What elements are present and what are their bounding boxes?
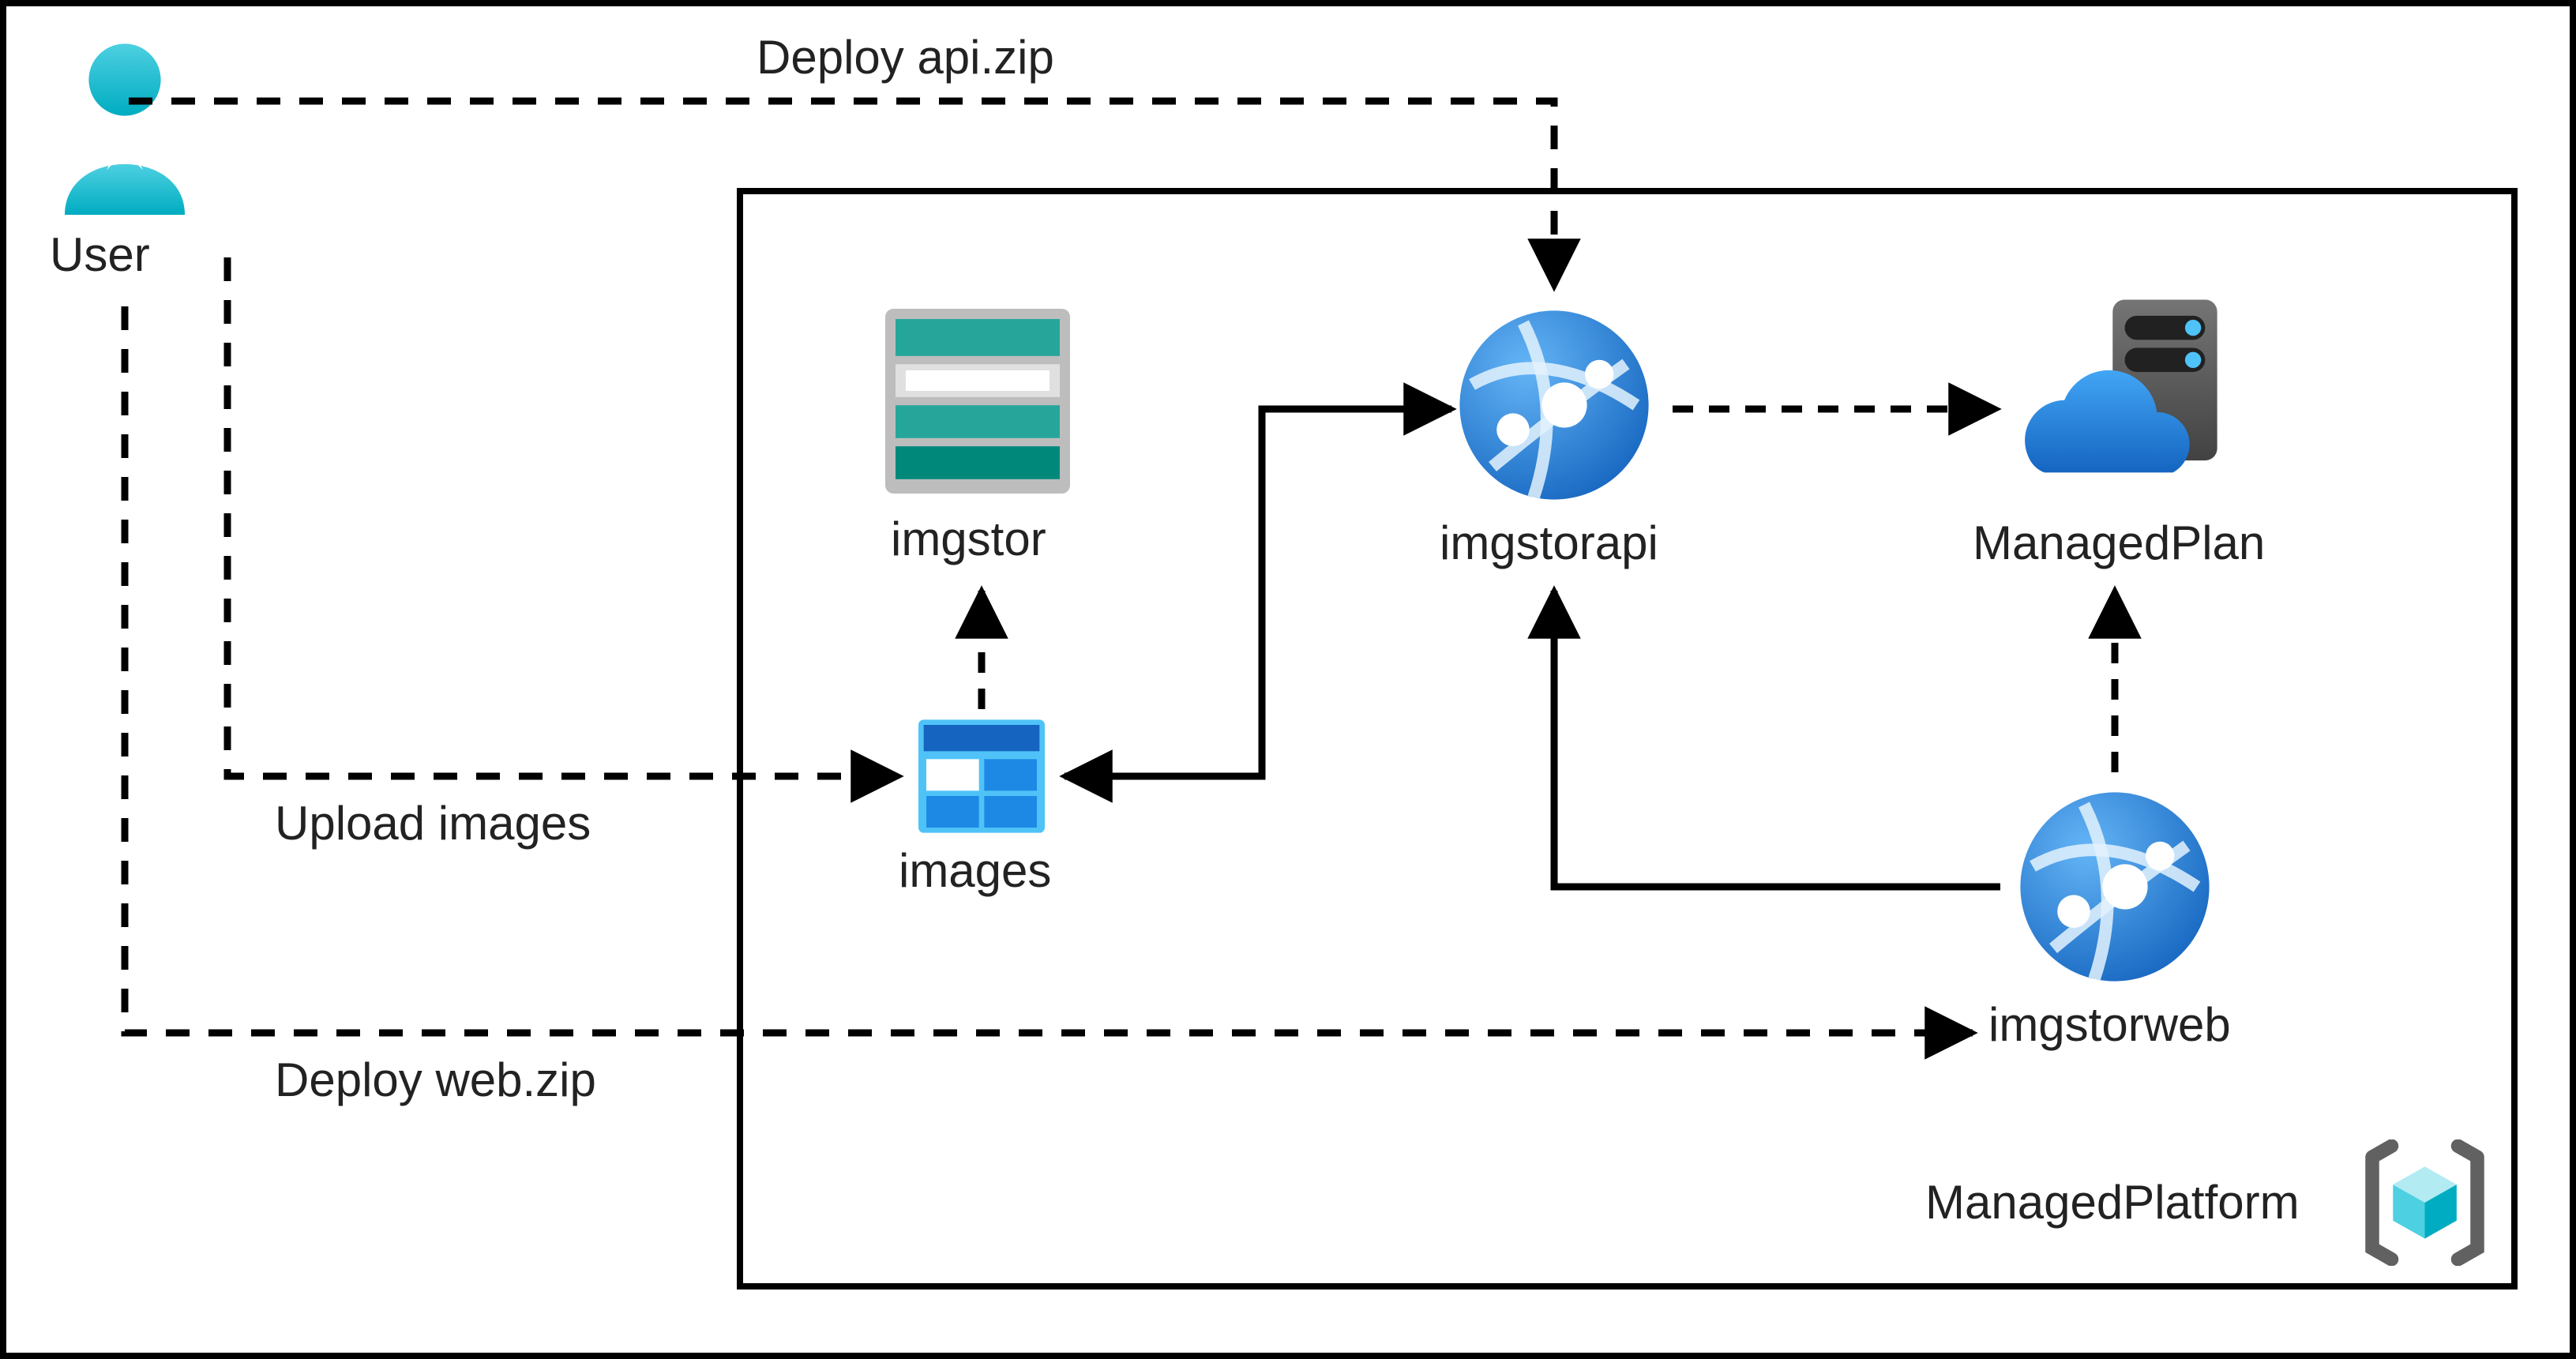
- edge-deploy-web: [125, 306, 1973, 1033]
- edge-web-to-api: [1554, 591, 2000, 887]
- connectors: [6, 6, 2576, 1359]
- upload-images-label: Upload images: [275, 796, 591, 850]
- edge-upload-images: [227, 257, 899, 776]
- diagram-canvas: User imgstor images imgstor: [0, 0, 2576, 1359]
- deploy-web-label: Deploy web.zip: [275, 1053, 596, 1107]
- edge-api-images: [1065, 409, 1451, 776]
- deploy-api-label: Deploy api.zip: [757, 30, 1054, 84]
- edge-deploy-api: [129, 101, 1554, 287]
